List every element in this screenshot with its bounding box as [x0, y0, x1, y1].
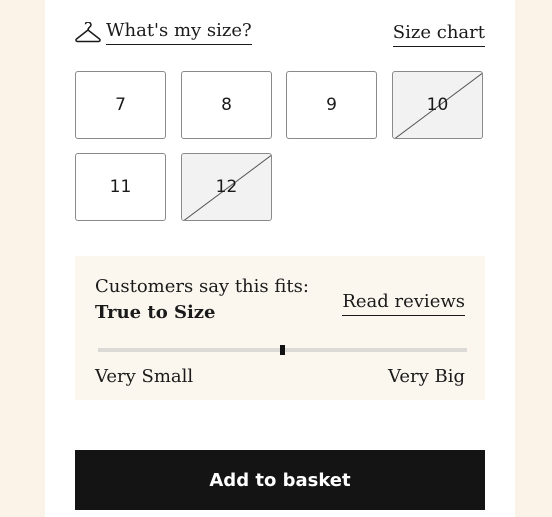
size-option-11[interactable]: 11	[75, 153, 166, 221]
fit-summary: Customers say this fits: True to Size Re…	[75, 256, 485, 400]
product-size-panel: What's my size? Size chart 7 8 9 10 11 1…	[45, 0, 515, 517]
size-option-label: 8	[221, 95, 232, 115]
hanger-icon	[75, 21, 101, 42]
size-option-7[interactable]: 7	[75, 71, 166, 139]
fit-scale-max-label: Very Big	[387, 366, 465, 387]
size-option-label: 12	[215, 177, 238, 197]
whats-my-size-label[interactable]: What's my size?	[106, 20, 252, 45]
size-option-label: 11	[109, 177, 132, 197]
add-to-basket-button[interactable]: Add to basket	[75, 450, 485, 510]
fit-value: True to Size	[95, 302, 216, 323]
size-option-9[interactable]: 9	[286, 71, 377, 139]
size-chart-link[interactable]: Size chart	[392, 22, 485, 47]
size-option-12-unavailable[interactable]: 12	[181, 153, 272, 221]
fit-lead-text: Customers say this fits:	[95, 276, 309, 297]
add-to-basket-label: Add to basket	[209, 469, 351, 491]
whats-my-size-link[interactable]: What's my size?	[75, 20, 252, 45]
size-option-label: 9	[326, 95, 337, 115]
fit-scale-track	[98, 345, 467, 355]
size-option-8[interactable]: 8	[181, 71, 272, 139]
size-option-label: 7	[115, 95, 126, 115]
size-option-10-unavailable[interactable]: 10	[392, 71, 483, 139]
size-option-label: 10	[426, 95, 449, 115]
fit-scale-min-label: Very Small	[95, 366, 194, 387]
read-reviews-link[interactable]: Read reviews	[342, 291, 465, 316]
fit-scale-marker	[280, 345, 285, 355]
